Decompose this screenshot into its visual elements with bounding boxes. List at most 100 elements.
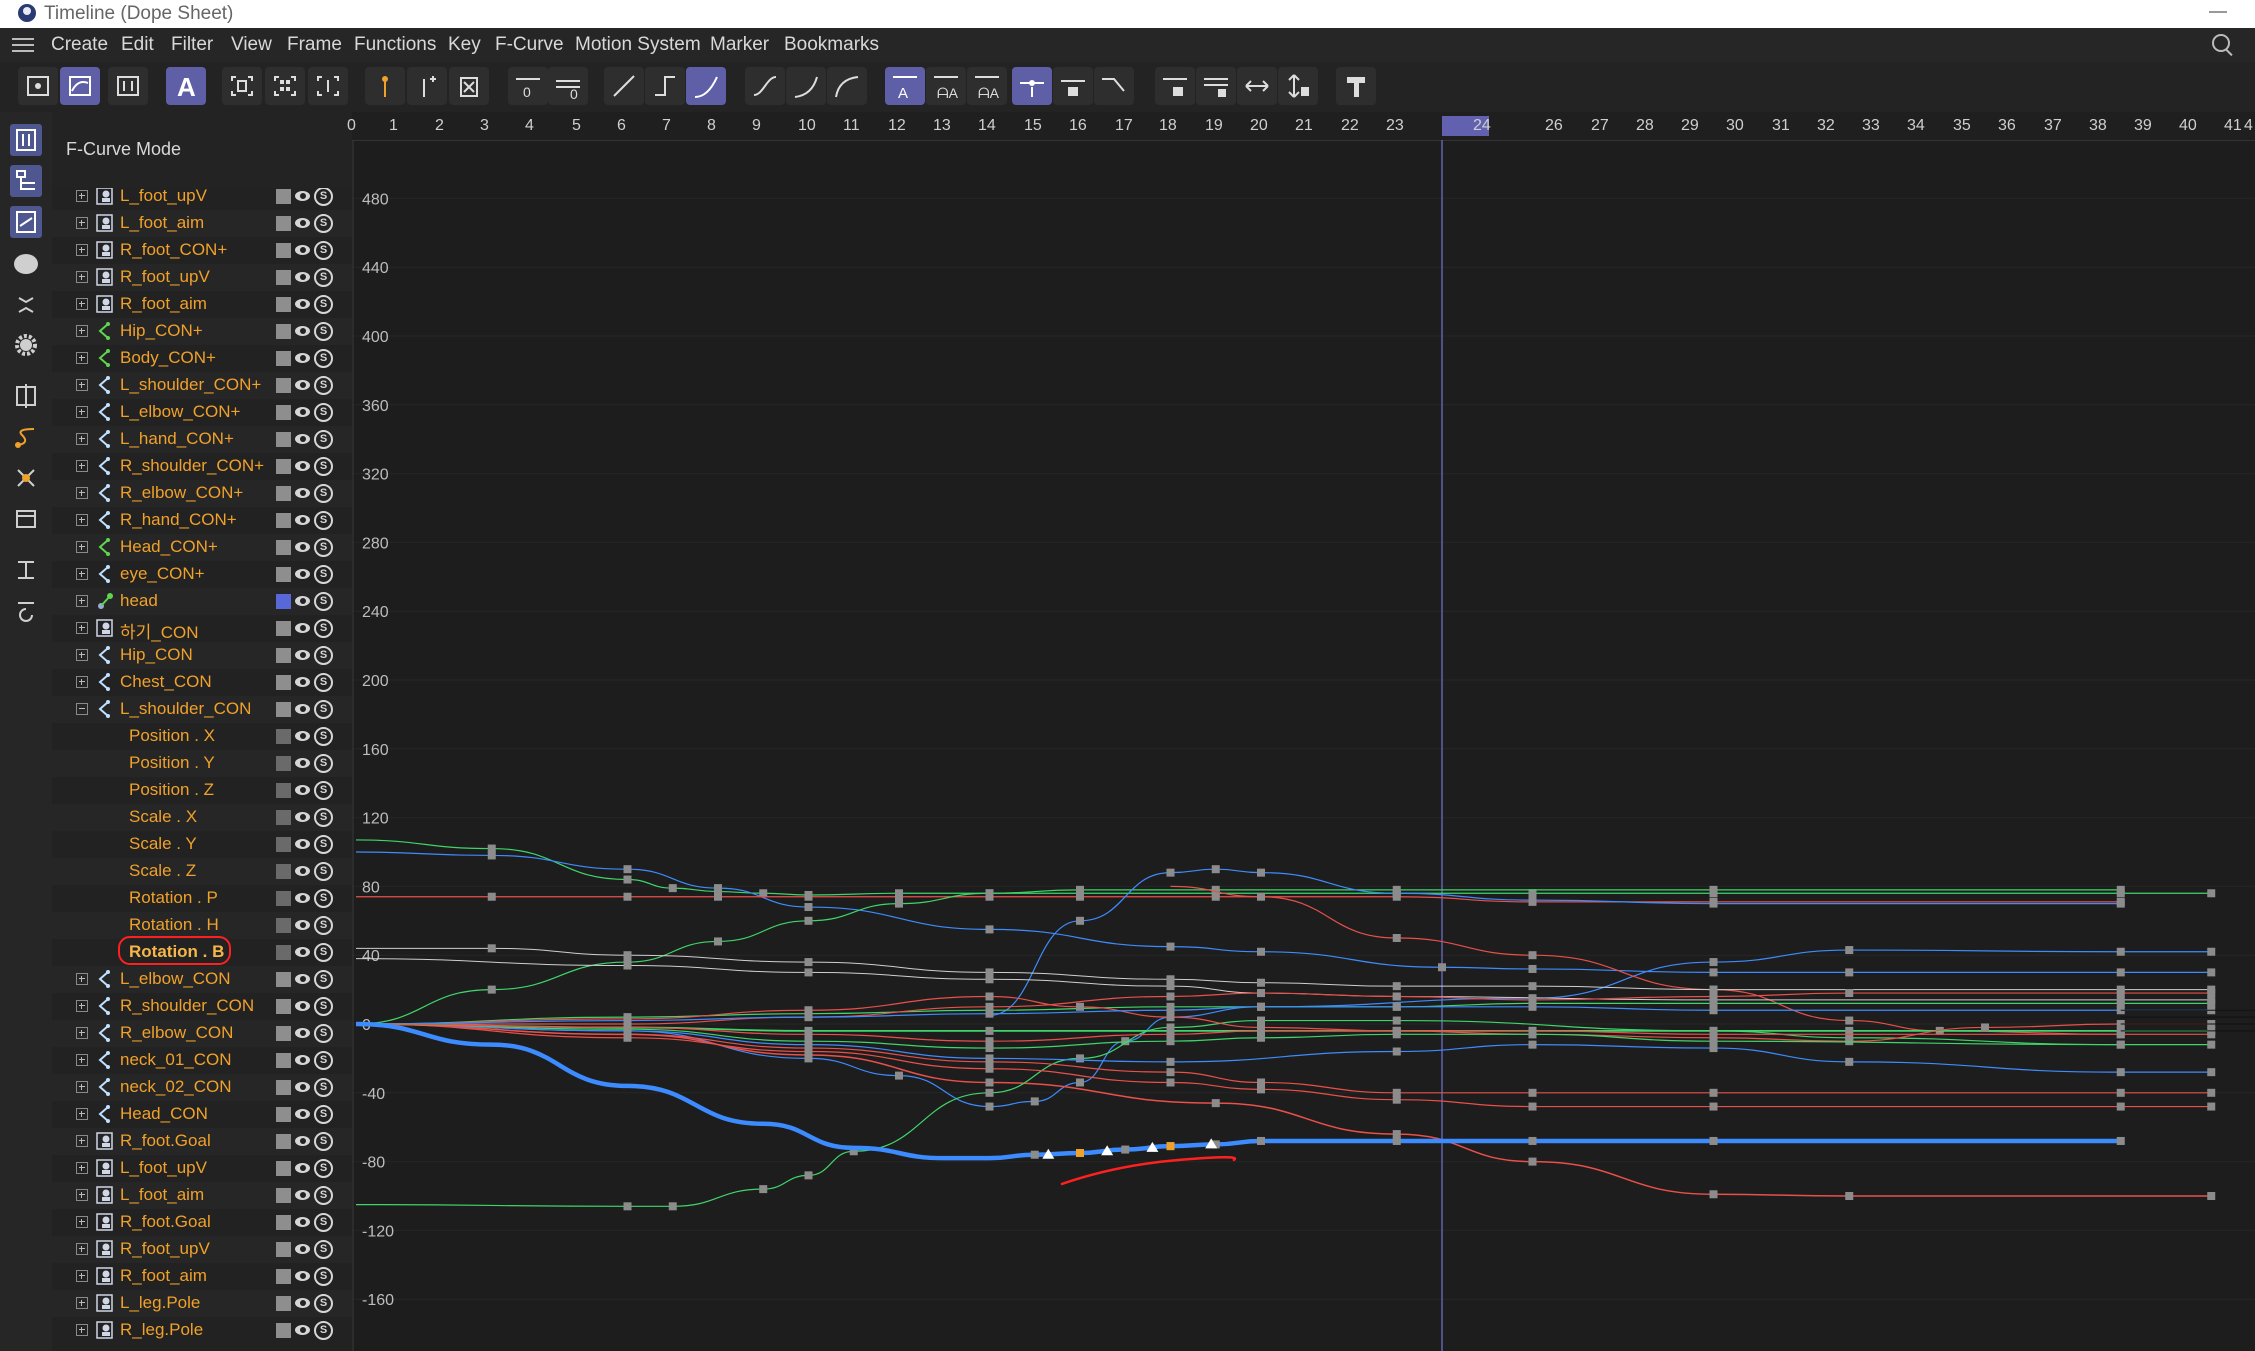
layer-color-swatch[interactable] [276,1269,291,1284]
visibility-eye-icon[interactable] [295,461,310,471]
object-row[interactable]: R_foot_aim S [52,291,352,318]
layer-color-swatch[interactable] [276,216,291,231]
layer-color-swatch[interactable] [276,1188,291,1203]
ease-ease-button[interactable] [745,67,785,105]
menu-functions[interactable]: Functions [354,34,436,56]
menu-edit[interactable]: Edit [121,34,154,56]
solo-icon[interactable]: S [314,1186,333,1205]
layer-color-swatch[interactable] [276,297,291,312]
track-row[interactable]: Rotation . H S [52,912,352,939]
expand-icon[interactable] [76,298,88,310]
visibility-eye-icon[interactable] [295,1271,310,1281]
expand-icon[interactable] [76,595,88,607]
layer-color-swatch[interactable] [276,648,291,663]
object-row[interactable]: R_shoulder_CON S [52,993,352,1020]
object-row[interactable]: neck_01_CON S [52,1047,352,1074]
visibility-eye-icon[interactable] [295,326,310,336]
solo-icon[interactable]: S [314,673,333,692]
lock-tangent-length-button[interactable]: ᗩA [967,67,1007,105]
solo-icon[interactable]: S [314,1294,333,1313]
solo-icon[interactable]: S [314,943,333,962]
layer-color-swatch[interactable] [276,1215,291,1230]
expand-icon[interactable] [76,271,88,283]
solo-icon[interactable]: S [314,376,333,395]
layer-color-swatch[interactable] [276,1296,291,1311]
solo-icon[interactable]: S [314,970,333,989]
edit-track-icon[interactable] [276,756,291,771]
object-row[interactable]: Hip_CON+ S [52,318,352,345]
expand-icon[interactable] [76,1297,88,1309]
track-row[interactable]: Rotation . BS [52,936,352,966]
solo-icon[interactable]: S [314,214,333,233]
expand-icon[interactable] [76,1027,88,1039]
solo-icon[interactable]: S [314,835,333,854]
solo-icon[interactable]: S [314,457,333,476]
visibility-eye-icon[interactable] [295,974,310,984]
layer-color-swatch[interactable] [276,1026,291,1041]
solo-icon[interactable]: S [314,1159,333,1178]
layer-color-swatch[interactable] [276,675,291,690]
object-row[interactable]: R_shoulder_CON+ S [52,453,352,480]
edit-track-icon[interactable] [276,918,291,933]
expand-icon[interactable] [76,973,88,985]
edit-track-icon[interactable] [276,810,291,825]
track-row[interactable]: Scale . X S [52,804,352,831]
auto-tangents-button[interactable]: A [885,67,925,105]
object-row[interactable]: R_foot.Goal S [52,1128,352,1155]
solo-icon[interactable]: S [314,349,333,368]
visibility-eye-icon[interactable] [295,191,310,201]
visibility-eye-icon[interactable] [295,1217,310,1227]
solo-icon[interactable]: S [314,781,333,800]
menu-view[interactable]: View [231,34,272,56]
frame-preview-button[interactable] [308,67,348,105]
layer-color-swatch[interactable] [276,594,291,609]
object-row[interactable]: L_foot_upV S [52,1155,352,1182]
solo-icon[interactable]: S [314,322,333,341]
expand-icon[interactable] [76,541,88,553]
visibility-eye-icon[interactable] [295,218,310,228]
zero-length-button[interactable]: 0 [548,67,588,105]
add-key-button[interactable] [365,67,405,105]
motion-path-icon[interactable] [10,421,42,453]
expand-icon[interactable] [76,1054,88,1066]
solo-icon[interactable]: S [314,511,333,530]
hierarchy-icon[interactable] [10,165,42,197]
expand-icon[interactable] [76,1000,88,1012]
object-row[interactable]: neck_02_CON S [52,1074,352,1101]
expand-icon[interactable] [76,352,88,364]
object-row[interactable]: L_shoulder_CON+ S [52,372,352,399]
solo-icon[interactable]: S [314,1213,333,1232]
menu-marker[interactable]: Marker [710,34,769,56]
menu-create[interactable]: Create [51,34,108,56]
layer-color-swatch[interactable] [276,1323,291,1338]
object-row[interactable]: L_hand_CON+ S [52,426,352,453]
object-row[interactable]: L_elbow_CON S [52,966,352,993]
solo-icon[interactable]: S [314,619,333,638]
object-row[interactable]: Body_CON+ S [52,345,352,372]
zero-angle-button[interactable]: 0 [508,67,548,105]
object-row[interactable]: 하기_CON S [52,615,352,642]
sphere-icon[interactable] [10,247,42,279]
expand-icon[interactable] [76,1189,88,1201]
solo-icon[interactable]: S [314,403,333,422]
visibility-eye-icon[interactable] [295,785,310,795]
solo-icon[interactable]: S [314,295,333,314]
expand-icon[interactable] [76,460,88,472]
motion-mode-button[interactable] [108,67,148,105]
expand-icon[interactable] [76,325,88,337]
expand-icon[interactable] [76,1081,88,1093]
object-row[interactable]: R_elbow_CON+ S [52,480,352,507]
solo-icon[interactable]: S [314,565,333,584]
expand-icon[interactable] [76,190,88,202]
menu-bookmarks[interactable]: Bookmarks [784,34,879,56]
visibility-eye-icon[interactable] [295,434,310,444]
object-row[interactable]: L_foot_aim S [52,1182,352,1209]
visibility-eye-icon[interactable] [295,407,310,417]
solo-icon[interactable]: S [314,1321,333,1340]
window-icon[interactable] [10,503,42,535]
edit-track-icon[interactable] [276,729,291,744]
f-curve-canvas[interactable]: 48044040036032028024020016012080400-40-8… [352,140,2255,1351]
expand-icon[interactable] [76,649,88,661]
layer-color-swatch[interactable] [276,270,291,285]
solo-icon[interactable]: S [314,862,333,881]
